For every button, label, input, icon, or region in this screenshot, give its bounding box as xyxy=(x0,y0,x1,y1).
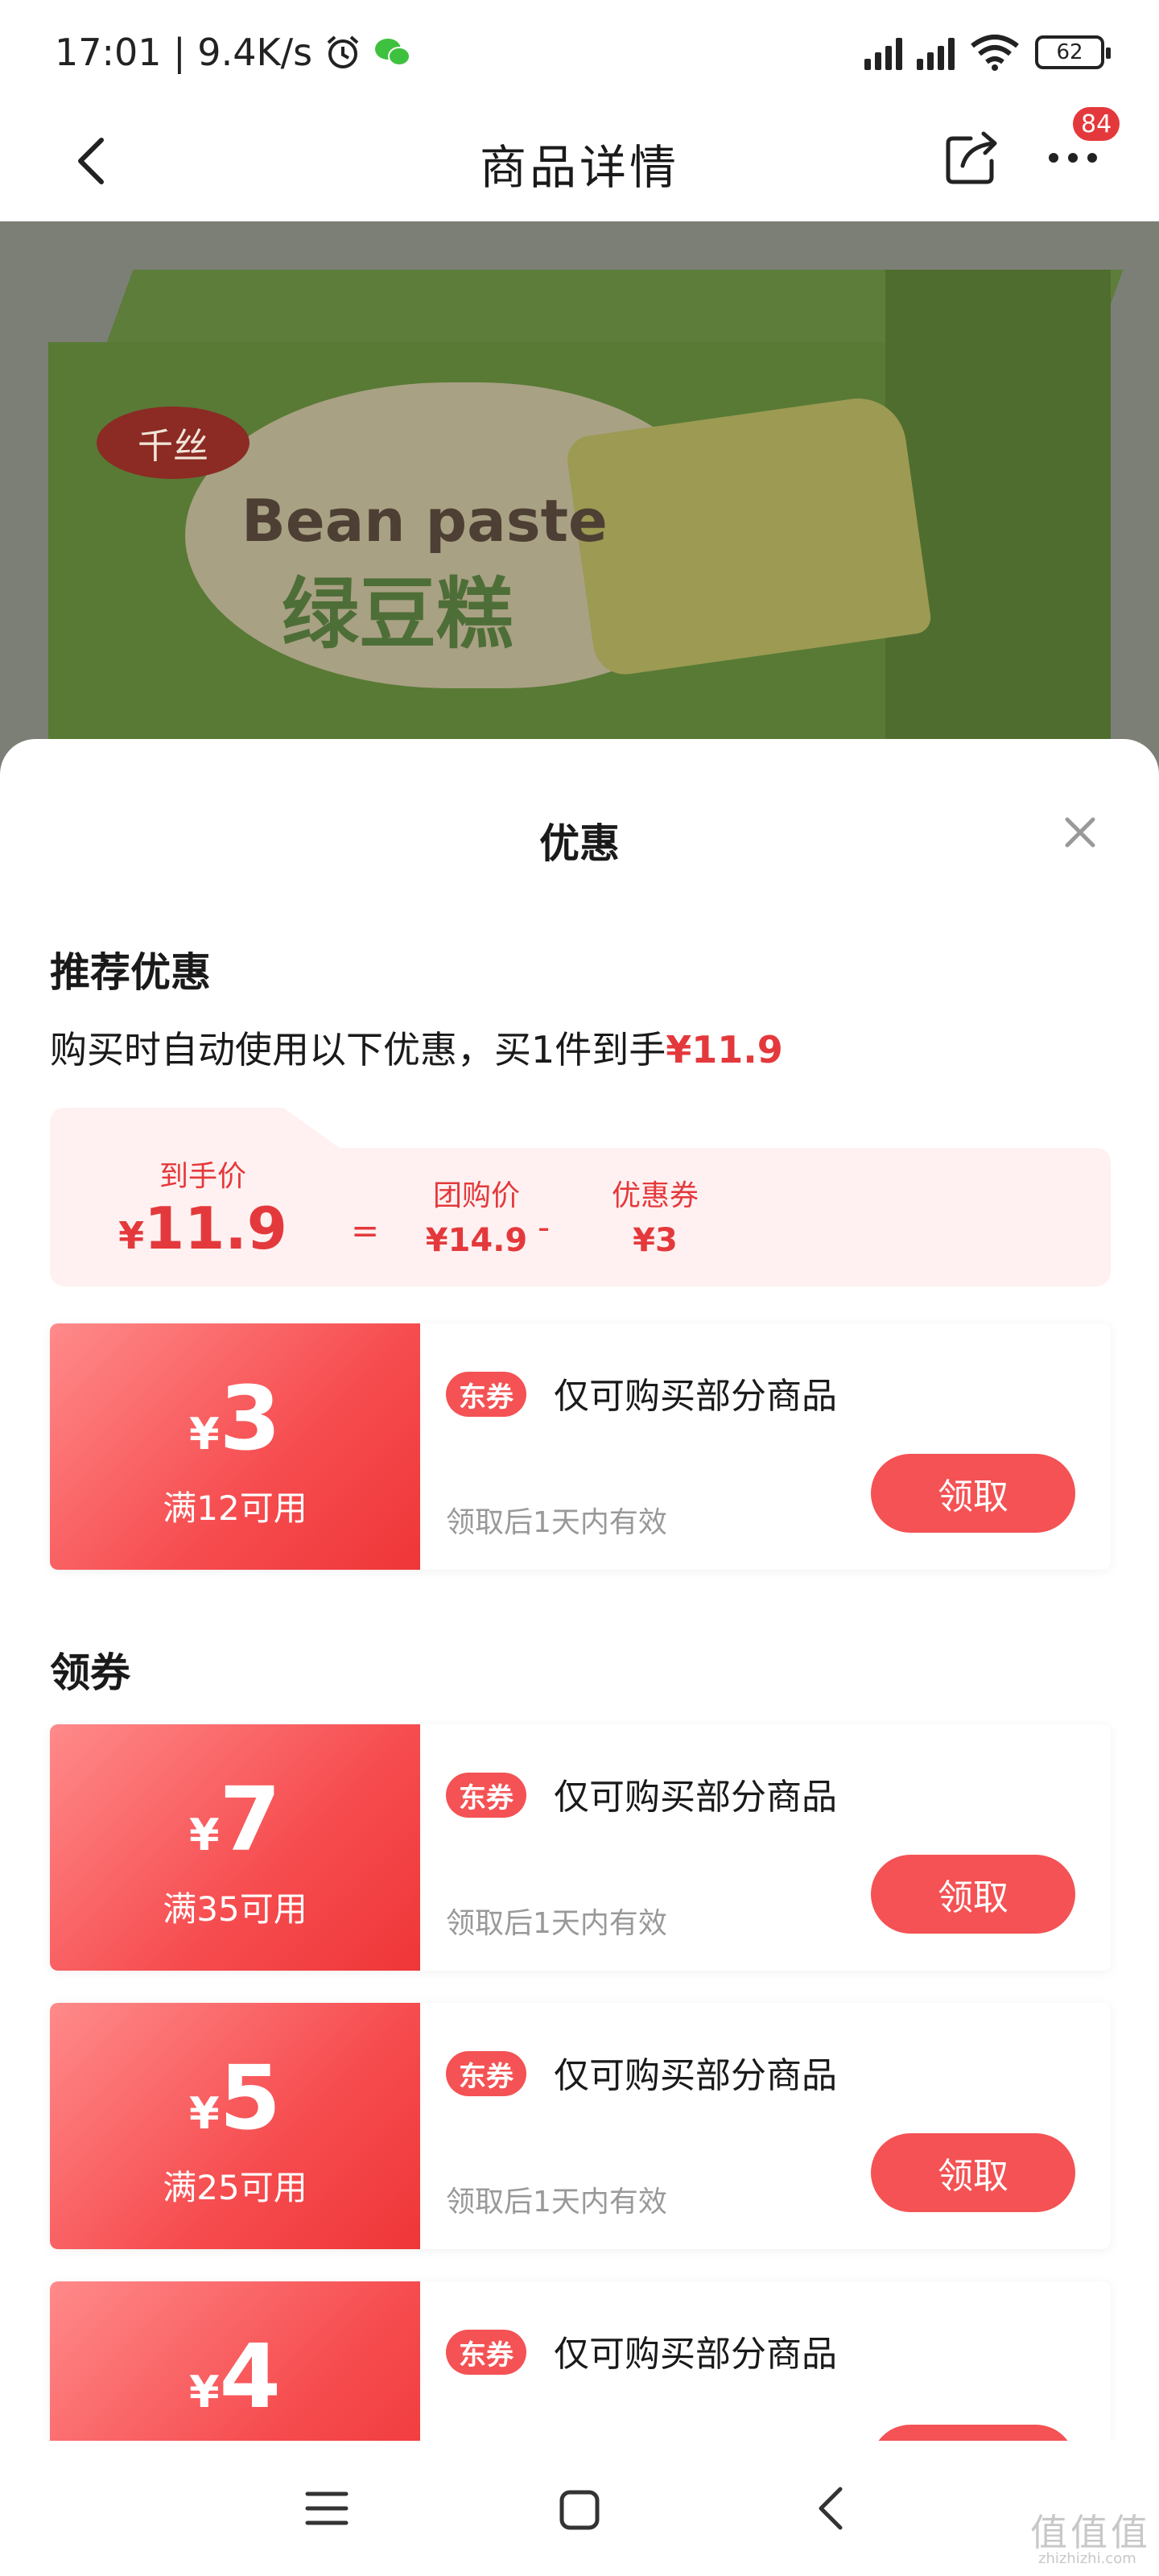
claim-button[interactable]: 领取 xyxy=(871,2133,1075,2212)
status-bar: 17:01 | 9.4K/s 62 xyxy=(0,0,1159,105)
description-price: ¥11.9 xyxy=(666,1028,783,1071)
product-text-en: Bean paste xyxy=(241,487,608,555)
final-price-value: ¥11.9 xyxy=(114,1195,291,1262)
signal-icon-2 xyxy=(917,35,955,70)
minus-sign: - xyxy=(538,1208,551,1247)
nav-back-icon[interactable] xyxy=(808,2483,856,2534)
coupon-amount-value: 7 xyxy=(219,1768,282,1871)
claim-button[interactable]: 领取 xyxy=(871,1454,1075,1533)
status-time-speed: 17:01 | 9.4K/s xyxy=(55,31,313,74)
recommended-description: 购买时自动使用以下优惠，买1件到手¥11.9 xyxy=(50,1021,783,1074)
coupon-yen: ¥ xyxy=(188,2367,220,2417)
final-price-label: 到手价 xyxy=(159,1160,246,1193)
wifi-icon xyxy=(971,35,1019,71)
coupon-amount: ¥3 xyxy=(50,1370,420,1483)
coupon-validity: 领取后1天内有效 xyxy=(446,1907,667,1940)
more-dot-icon xyxy=(1049,153,1058,163)
equals-sign: = xyxy=(351,1211,380,1250)
coupon-amount-value: 5 xyxy=(219,2046,282,2149)
more-dot-icon xyxy=(1087,153,1097,163)
coupon-card: ¥7 满35可用 东券 仅可购买部分商品 领取后1天内有效 领取 xyxy=(50,1724,1111,1971)
coupon-amount-value: 4 xyxy=(219,2325,282,2428)
coupon-condition: 满35可用 xyxy=(163,1889,307,1929)
coupon-amount: ¥4 xyxy=(50,2328,420,2441)
coupon-name: 仅可购买部分商品 xyxy=(554,1777,837,1818)
coupon-tag: 东券 xyxy=(446,2051,526,2096)
coupon-yen: ¥ xyxy=(188,2088,220,2139)
coupon-yen: ¥ xyxy=(188,1810,220,1860)
coupon-amount: ¥5 xyxy=(50,2050,420,2162)
coupon-name: 仅可购买部分商品 xyxy=(554,2334,837,2375)
coupon-name: 仅可购买部分商品 xyxy=(554,1376,837,1417)
watermark: 值值值 xyxy=(1030,2511,1151,2554)
coupon-value-panel: ¥5 满25可用 xyxy=(50,2003,420,2249)
final-price-yen: ¥ xyxy=(118,1214,145,1257)
final-price-group: 到手价 ¥11.9 xyxy=(114,1153,291,1262)
back-arrow-icon[interactable] xyxy=(61,129,126,193)
promotion-sheet: 优惠 推荐优惠 购买时自动使用以下优惠，买1件到手¥11.9 到手价 ¥11.9… xyxy=(0,739,1159,2441)
group-price-label: 团购价 xyxy=(432,1179,520,1212)
coupon-tag: 东券 xyxy=(446,1773,526,1818)
group-price-group: 团购价 ¥14.9 xyxy=(404,1172,549,1259)
coupon-amount: ¥7 xyxy=(50,1771,420,1884)
recommended-heading: 推荐优惠 xyxy=(50,949,211,996)
coupon-value-panel: ¥3 满12可用 xyxy=(50,1323,420,1570)
coupon-validity: 领取后1天内有效 xyxy=(446,2186,667,2219)
group-price-value: ¥14.9 xyxy=(425,1222,528,1259)
coupon-card: ¥5 满25可用 东券 仅可购买部分商品 领取后1天内有效 领取 xyxy=(50,2003,1111,2249)
coupon-amount-value: 3 xyxy=(219,1367,282,1470)
home-icon[interactable] xyxy=(557,2487,602,2533)
alarm-icon xyxy=(327,35,359,68)
coupon-validity: 领取后1天内有效 xyxy=(446,1506,667,1539)
claim-coupons-heading: 领券 xyxy=(50,1649,130,1696)
cake-graphic xyxy=(564,392,933,679)
sheet-title: 优惠 xyxy=(539,820,620,867)
brand-logo: 千丝 xyxy=(97,407,250,479)
signal-icon xyxy=(864,35,902,70)
coupon-tag: 东券 xyxy=(446,2330,526,2375)
coupon-card: ¥3 满12可用 东券 仅可购买部分商品 领取后1天内有效 领取 xyxy=(50,1323,1111,1570)
more-dot-icon xyxy=(1068,153,1078,163)
claim-button[interactable] xyxy=(871,2425,1075,2441)
final-price-amount: 11.9 xyxy=(144,1195,287,1262)
claim-button[interactable]: 领取 xyxy=(871,1855,1075,1934)
product-text-cn: 绿豆糕 xyxy=(282,569,514,659)
share-icon[interactable] xyxy=(940,126,1004,190)
system-nav-bar xyxy=(0,2441,1159,2576)
title-bar: 商品详情 xyxy=(0,105,1159,221)
menu-icon[interactable] xyxy=(303,2486,351,2531)
coupon-tag: 东券 xyxy=(446,1372,526,1417)
battery-level: 62 xyxy=(1056,40,1083,64)
coupon-value-panel: ¥7 满35可用 xyxy=(50,1724,420,1971)
coupon-name: 仅可购买部分商品 xyxy=(554,2055,837,2096)
coupon-card: ¥4 东券 仅可购买部分商品 xyxy=(50,2281,1111,2441)
coupon-discount-group: 优惠券 ¥3 xyxy=(583,1172,728,1259)
coupon-condition: 满25可用 xyxy=(163,2168,307,2207)
box-side xyxy=(885,270,1111,785)
page-title: 商品详情 xyxy=(479,139,679,195)
coupon-discount-label: 优惠券 xyxy=(611,1179,699,1212)
coupon-yen: ¥ xyxy=(188,1409,220,1459)
wechat-icon xyxy=(375,39,411,66)
price-calculation: 到手价 ¥11.9 = 团购价 ¥14.9 - 优惠券 ¥3 xyxy=(50,1108,1111,1286)
coupon-discount-value: ¥3 xyxy=(633,1222,678,1259)
product-image: 千丝 Bean paste 绿豆糕 xyxy=(0,221,1159,785)
coupon-value-panel: ¥4 xyxy=(50,2281,420,2441)
notification-badge: 84 xyxy=(1070,105,1123,143)
description-text: 购买时自动使用以下优惠，买1件到手 xyxy=(50,1028,666,1071)
watermark-url: zhizhizhi.com xyxy=(1038,2550,1136,2567)
battery-icon: 62 xyxy=(1035,35,1111,69)
coupon-condition: 满12可用 xyxy=(163,1488,307,1528)
close-icon[interactable] xyxy=(1054,807,1106,858)
